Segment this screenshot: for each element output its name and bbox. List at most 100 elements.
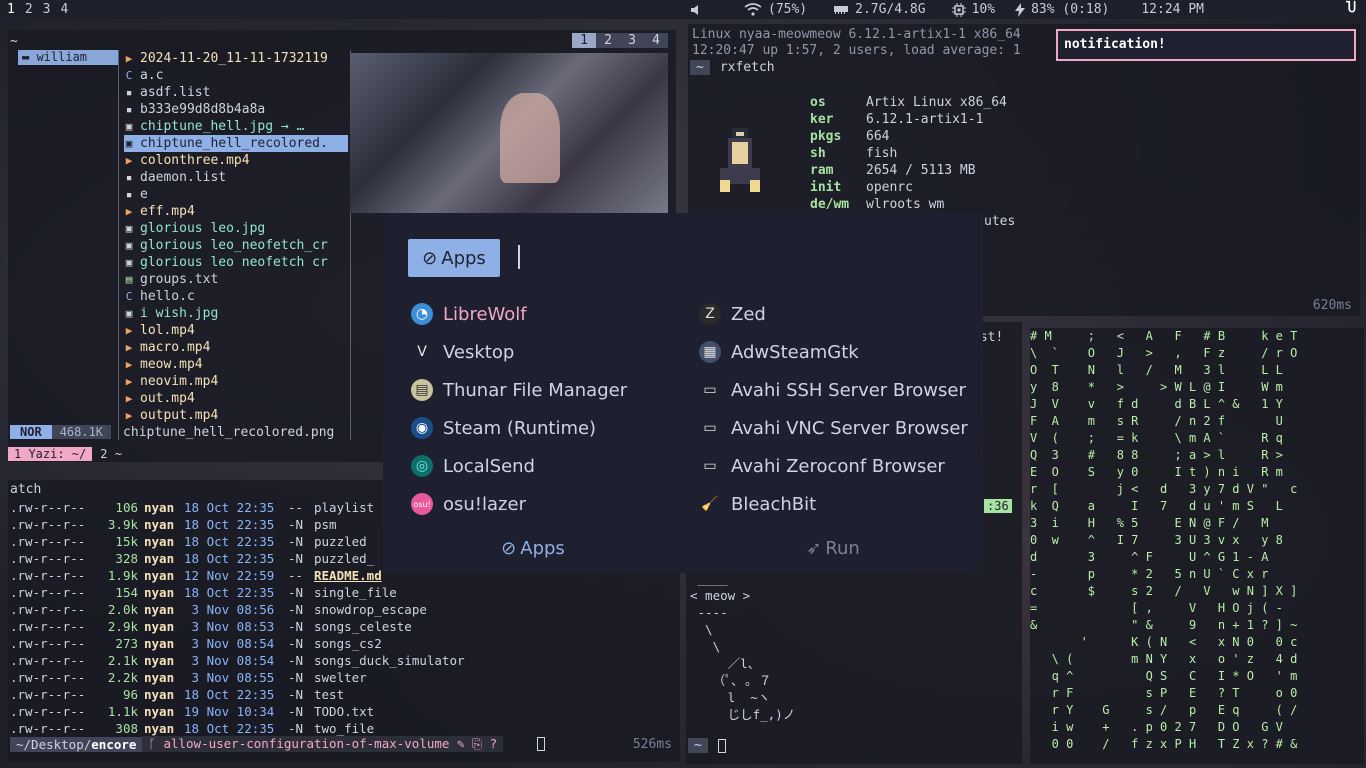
ls-date: 12 Nov 22:59	[184, 568, 275, 583]
file-row[interactable]: ▣ glorious leo.jpg	[124, 220, 348, 237]
fetch-key: ker	[810, 112, 834, 127]
yazi-tab-1[interactable]: 1	[572, 33, 596, 48]
app-item[interactable]: 🧹 BleachBit	[699, 485, 968, 523]
workspace-1[interactable]: 1	[7, 2, 15, 17]
shell-prompt[interactable]: ~/Desktop/encore ᚴ allow-user-configurat…	[10, 736, 546, 752]
ls-perm: .rw-r--r--	[10, 670, 86, 685]
workspace-2[interactable]: 2	[25, 2, 33, 17]
file-row[interactable]: ▪ b333e99d8d8b4a8a	[124, 101, 348, 118]
artix-logo-icon[interactable]: Ⴎ	[1346, 1, 1356, 16]
fetch-row: os Artix Linux x86_64	[810, 94, 1007, 111]
file-row[interactable]: ▣ chiptune_hell_recolored.	[124, 135, 348, 152]
ls-user: nyan	[144, 534, 175, 549]
ls-name: puzzled_	[314, 551, 375, 566]
yazi-tab-4[interactable]: 4	[644, 33, 668, 48]
notification-popup[interactable]: notification!	[1056, 29, 1356, 61]
file-row[interactable]: ▣ chiptune_hell.jpg → …	[124, 118, 348, 135]
app-name: LocalSend	[443, 455, 535, 477]
column-divider	[118, 50, 119, 440]
app-item[interactable]: ◔ LibreWolf	[411, 295, 627, 333]
app-item[interactable]: ◉ Steam (Runtime)	[411, 409, 627, 447]
lightning-icon	[1015, 2, 1026, 17]
search-input[interactable]	[518, 245, 520, 269]
clock[interactable]: 12:24 PM	[1141, 2, 1204, 17]
osu-icon: osu!	[411, 493, 433, 515]
fetch-value: wlroots wm	[866, 197, 945, 212]
file-row[interactable]: ▣ i wish.jpg	[124, 305, 348, 322]
ls-name: puzzled	[314, 534, 367, 549]
app-item[interactable]: osu! osu!lazer	[411, 485, 627, 523]
volume-indicator[interactable]	[690, 4, 702, 16]
video-file-icon: ▶	[125, 392, 133, 405]
app-item[interactable]: ▦ AdwSteamGtk	[699, 333, 968, 371]
command-duration: 526ms	[632, 737, 672, 752]
file-row[interactable]: ▶ lol.mp4	[124, 322, 348, 339]
app-item[interactable]: Z Zed	[699, 295, 968, 333]
top-bar: 1 2 3 4 (75%) 2.7G/4.8G 10% 83% (0:18) 1…	[0, 0, 1366, 19]
file-file-icon: ▪	[125, 86, 133, 99]
memory-indicator[interactable]: 2.7G/4.8G	[833, 2, 926, 17]
file-row[interactable]: ▶ eff.mp4	[124, 203, 348, 220]
file-name: chiptune_hell.jpg → …	[140, 119, 305, 134]
speaker-icon	[691, 4, 698, 15]
file-row[interactable]: ▣ glorious leo neofetch cr	[124, 254, 348, 271]
file-row[interactable]: ▪ e	[124, 186, 348, 203]
yazi-tab-3[interactable]: 3	[620, 33, 644, 48]
file-row[interactable]: ▶ colonthree.mp4	[124, 152, 348, 169]
file-row[interactable]: ▪ asdf.list	[124, 84, 348, 101]
tab-apps[interactable]: ⊘ Apps	[383, 535, 683, 561]
yazi-tab-2[interactable]: 2	[596, 33, 620, 48]
file-file-icon: ▪	[125, 188, 133, 201]
tmux-window-2[interactable]: 2 ~	[92, 447, 130, 461]
fetch-key: init	[810, 180, 842, 195]
fetch-value: fish	[866, 146, 898, 161]
app-name: BleachBit	[731, 493, 817, 515]
tab-run[interactable]: ➶ Run	[683, 535, 983, 561]
ls-size: 2.0k	[107, 602, 138, 617]
file-row[interactable]: ▶ meow.mp4	[124, 356, 348, 373]
ls-git: -N	[288, 551, 304, 566]
file-name: out.mp4	[140, 391, 195, 406]
file-row[interactable]: Chello.c	[124, 288, 348, 305]
file-row[interactable]: ▪ daemon.list	[124, 169, 348, 186]
app-item[interactable]: ▤ Thunar File Manager	[411, 371, 627, 409]
ls-row: .rw-r--r-- 2.2k nyan 3 Nov 08:55 -N swelter	[10, 669, 465, 686]
workspace-4[interactable]: 4	[60, 2, 68, 17]
cpu-usage: 10%	[971, 2, 996, 17]
file-row[interactable]: Ca.c	[124, 67, 348, 84]
app-item[interactable]: ▭ Avahi VNC Server Browser	[699, 409, 967, 447]
wifi-indicator[interactable]: (75%)	[744, 2, 807, 17]
file-name: asdf.list	[140, 85, 211, 100]
ls-git: -N	[288, 687, 304, 702]
file-row[interactable]: ▶ output.mp4	[124, 407, 348, 424]
app-item[interactable]: ◎ LocalSend	[411, 447, 627, 485]
workspace-3[interactable]: 3	[43, 2, 51, 17]
uptime-fragment: utes	[984, 214, 1016, 229]
battery-indicator[interactable]: 83% (0:18)	[1015, 2, 1109, 17]
file-row[interactable]: ▶ 2024-11-20_11-11-1732119	[124, 50, 348, 67]
file-row[interactable]: ▶ neovim.mp4	[124, 373, 348, 390]
vesktop-icon: V	[417, 344, 427, 360]
shell-prompt[interactable]: ~	[688, 738, 726, 753]
app-item[interactable]: V Vesktop	[411, 333, 627, 371]
fetch-key: de/wm	[810, 197, 850, 212]
ls-perm: .rw-r--r--	[10, 585, 86, 600]
folder-icon: ▬	[22, 50, 37, 64]
mode-apps-button[interactable]: ⊘ Apps	[408, 239, 500, 277]
ls-size: 308	[115, 721, 138, 736]
fetch-value: 6.12.1-artix1-1	[866, 112, 984, 127]
app-item[interactable]: ▭ Avahi SSH Server Browser	[699, 371, 968, 409]
tmux-window-1[interactable]: 1 Yazi: ~/	[8, 447, 93, 461]
file-name: colonthree.mp4	[140, 153, 250, 168]
cpu-indicator[interactable]: 10%	[951, 2, 996, 17]
ls-size: 2.2k	[107, 670, 138, 685]
file-row[interactable]: ▶ out.mp4	[124, 390, 348, 407]
file-row[interactable]: ▣ glorious leo_neofetch_cr	[124, 237, 348, 254]
app-item[interactable]: ▭ Avahi Zeroconf Browser	[699, 447, 968, 485]
file-row[interactable]: ▤ groups.txt	[124, 271, 348, 288]
video-file-icon: ▶	[125, 358, 133, 371]
ls-date: 19 Nov 10:34	[184, 704, 275, 719]
parent-dir-item[interactable]: ▬ william	[18, 50, 118, 65]
file-row[interactable]: ▶ macro.mp4	[124, 339, 348, 356]
ls-git: -N	[288, 619, 304, 634]
